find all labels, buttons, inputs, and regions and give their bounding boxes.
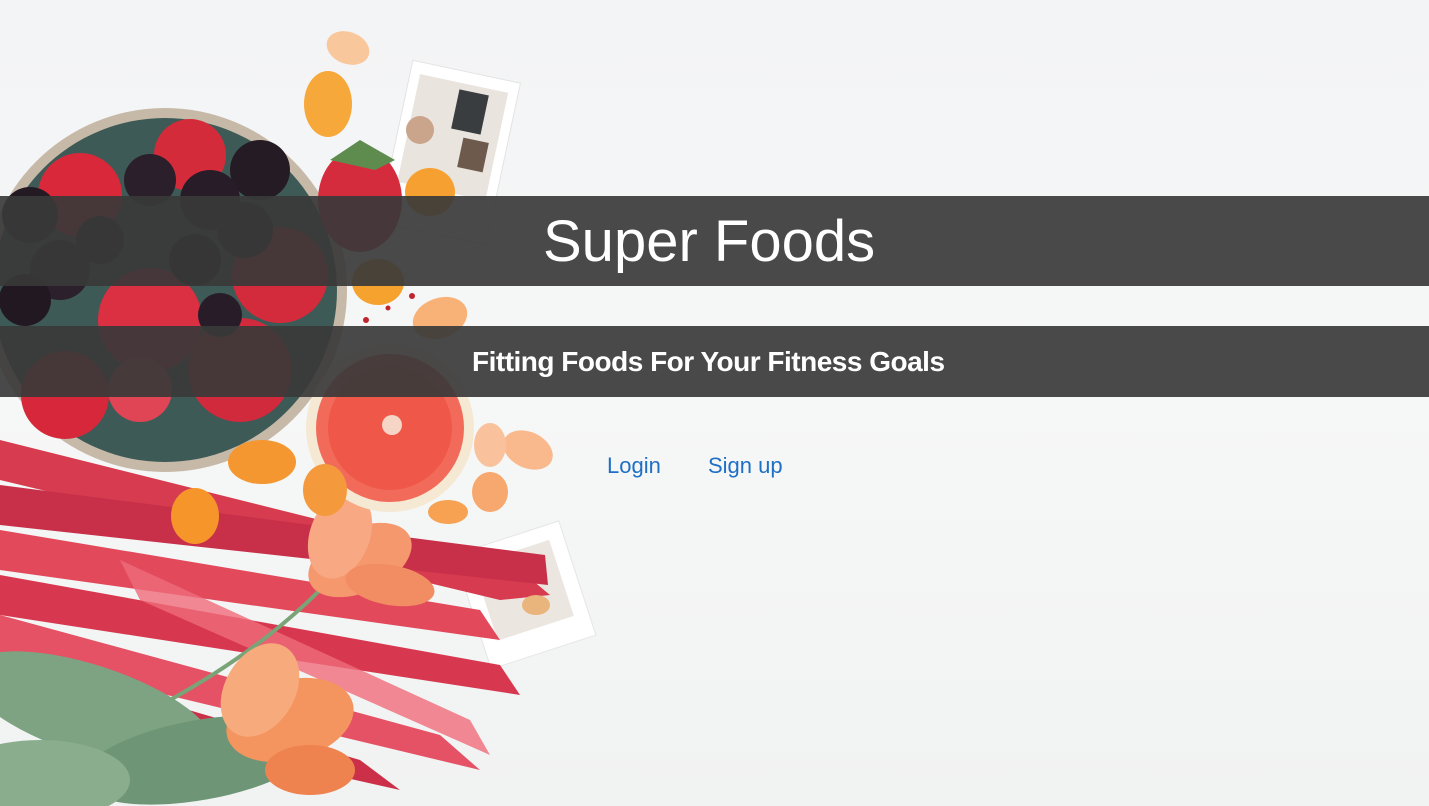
landing-page: Super Foods Fitting Foods For Your Fitne… bbox=[0, 0, 1429, 806]
signup-link[interactable]: Sign up bbox=[708, 452, 783, 480]
page-subtitle: Fitting Foods For Your Fitness Goals bbox=[472, 346, 945, 377]
background-food-photo bbox=[0, 31, 597, 806]
berry-bowl bbox=[0, 108, 347, 472]
login-link[interactable]: Login bbox=[607, 452, 661, 480]
page-title: Super Foods bbox=[543, 209, 876, 274]
